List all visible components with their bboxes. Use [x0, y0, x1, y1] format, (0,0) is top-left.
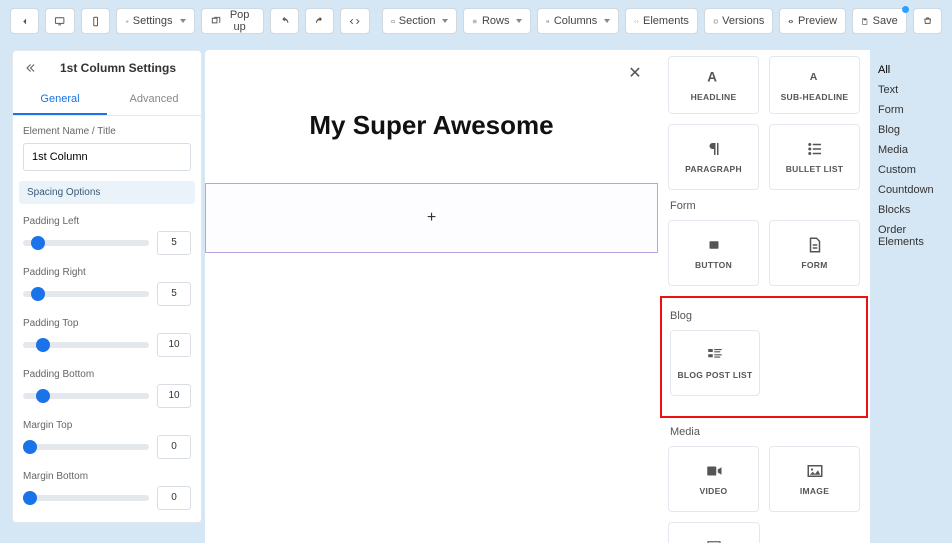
- padding-right-value[interactable]: 5: [157, 282, 191, 306]
- padding-bottom-slider[interactable]: [23, 393, 149, 399]
- preview-button[interactable]: Preview: [779, 8, 846, 34]
- panel-header: 1st Column Settings: [13, 51, 201, 85]
- rows-button[interactable]: Rows: [463, 8, 531, 34]
- padding-bottom-label: Padding Bottom: [23, 369, 191, 380]
- padding-bottom-value[interactable]: 10: [157, 384, 191, 408]
- padding-left-slider[interactable]: [23, 240, 149, 246]
- mobile-view-button[interactable]: [81, 8, 110, 34]
- margin-top-slider[interactable]: [23, 444, 149, 450]
- popup-button[interactable]: Pop up: [201, 8, 264, 34]
- elements-drawer: AHEADLINE ASUB-HEADLINE PARAGRAPH BULLET…: [658, 50, 870, 543]
- blog-highlight-frame: Blog BLOG POST LIST: [660, 296, 868, 418]
- cat-media[interactable]: Media: [876, 140, 946, 160]
- cat-custom[interactable]: Custom: [876, 160, 946, 180]
- panel-tabs: General Advanced: [13, 85, 201, 116]
- close-drawer-button[interactable]: ✕: [624, 62, 646, 84]
- top-toolbar: Settings Pop up Section Rows Columns Ele…: [0, 0, 952, 42]
- element-headline[interactable]: AHEADLINE: [668, 56, 759, 114]
- versions-button[interactable]: Versions: [704, 8, 773, 34]
- cat-order-elements[interactable]: Order Elements: [876, 220, 946, 252]
- svg-text:A: A: [809, 71, 817, 83]
- collapse-icon[interactable]: [23, 61, 37, 75]
- editor-canvas: ✕ My Super Awesome +: [205, 50, 658, 543]
- padding-top-label: Padding Top: [23, 318, 191, 329]
- cat-text[interactable]: Text: [876, 80, 946, 100]
- undo-button[interactable]: [270, 8, 299, 34]
- category-form-label: Form: [670, 200, 860, 212]
- svg-text:A: A: [707, 70, 717, 85]
- padding-right-slider[interactable]: [23, 291, 149, 297]
- category-blog-label: Blog: [670, 310, 858, 322]
- margin-top-label: Margin Top: [23, 420, 191, 431]
- padding-top-value[interactable]: 10: [157, 333, 191, 357]
- margin-bottom-value[interactable]: 0: [157, 486, 191, 510]
- element-blogpostlist[interactable]: BLOG POST LIST: [670, 330, 760, 396]
- tab-advanced[interactable]: Advanced: [107, 85, 201, 115]
- unsaved-dot-icon: [902, 6, 909, 13]
- padding-left-value[interactable]: 5: [157, 231, 191, 255]
- drop-zone[interactable]: +: [205, 183, 658, 253]
- plus-icon: +: [427, 209, 436, 227]
- code-button[interactable]: [340, 8, 369, 34]
- section-button[interactable]: Section: [382, 8, 458, 34]
- element-form[interactable]: FORM: [769, 220, 860, 286]
- element-faq[interactable]: FAQ: [668, 522, 760, 543]
- element-category-list: All Text Form Blog Media Custom Countdow…: [870, 50, 952, 543]
- cat-blocks[interactable]: Blocks: [876, 200, 946, 220]
- cat-countdown[interactable]: Countdown: [876, 180, 946, 200]
- category-media-label: Media: [670, 426, 860, 438]
- elements-button[interactable]: Elements: [625, 8, 698, 34]
- margin-bottom-label: Margin Bottom: [23, 471, 191, 482]
- back-button[interactable]: [10, 8, 39, 34]
- element-subheadline[interactable]: ASUB-HEADLINE: [769, 56, 860, 114]
- column-settings-panel: 1st Column Settings General Advanced Ele…: [12, 50, 202, 523]
- element-name-input[interactable]: [23, 143, 191, 171]
- cat-blog[interactable]: Blog: [876, 120, 946, 140]
- cart-button[interactable]: [913, 8, 942, 34]
- element-paragraph[interactable]: PARAGRAPH: [668, 124, 759, 190]
- element-video[interactable]: VIDEO: [668, 446, 759, 512]
- cat-all[interactable]: All: [876, 60, 946, 80]
- columns-button[interactable]: Columns: [537, 8, 619, 34]
- spacing-options-header[interactable]: Spacing Options: [19, 181, 195, 204]
- spacing-sliders: Padding Left 5 Padding Right 5 Padding Top…: [13, 204, 201, 510]
- padding-top-slider[interactable]: [23, 342, 149, 348]
- element-image[interactable]: IMAGE: [769, 446, 860, 512]
- element-name-label: Element Name / Title: [13, 116, 201, 143]
- save-button[interactable]: Save: [852, 8, 907, 34]
- redo-button[interactable]: [305, 8, 334, 34]
- desktop-view-button[interactable]: [45, 8, 74, 34]
- padding-left-label: Padding Left: [23, 216, 191, 227]
- margin-top-value[interactable]: 0: [157, 435, 191, 459]
- cat-form[interactable]: Form: [876, 100, 946, 120]
- tab-general[interactable]: General: [13, 85, 107, 115]
- element-bulletlist[interactable]: BULLET LIST: [769, 124, 860, 190]
- padding-right-label: Padding Right: [23, 267, 191, 278]
- panel-title: 1st Column Settings: [45, 61, 191, 75]
- element-button[interactable]: BUTTON: [668, 220, 759, 286]
- page-headline[interactable]: My Super Awesome: [205, 110, 658, 141]
- settings-button[interactable]: Settings: [116, 8, 195, 34]
- margin-bottom-slider[interactable]: [23, 495, 149, 501]
